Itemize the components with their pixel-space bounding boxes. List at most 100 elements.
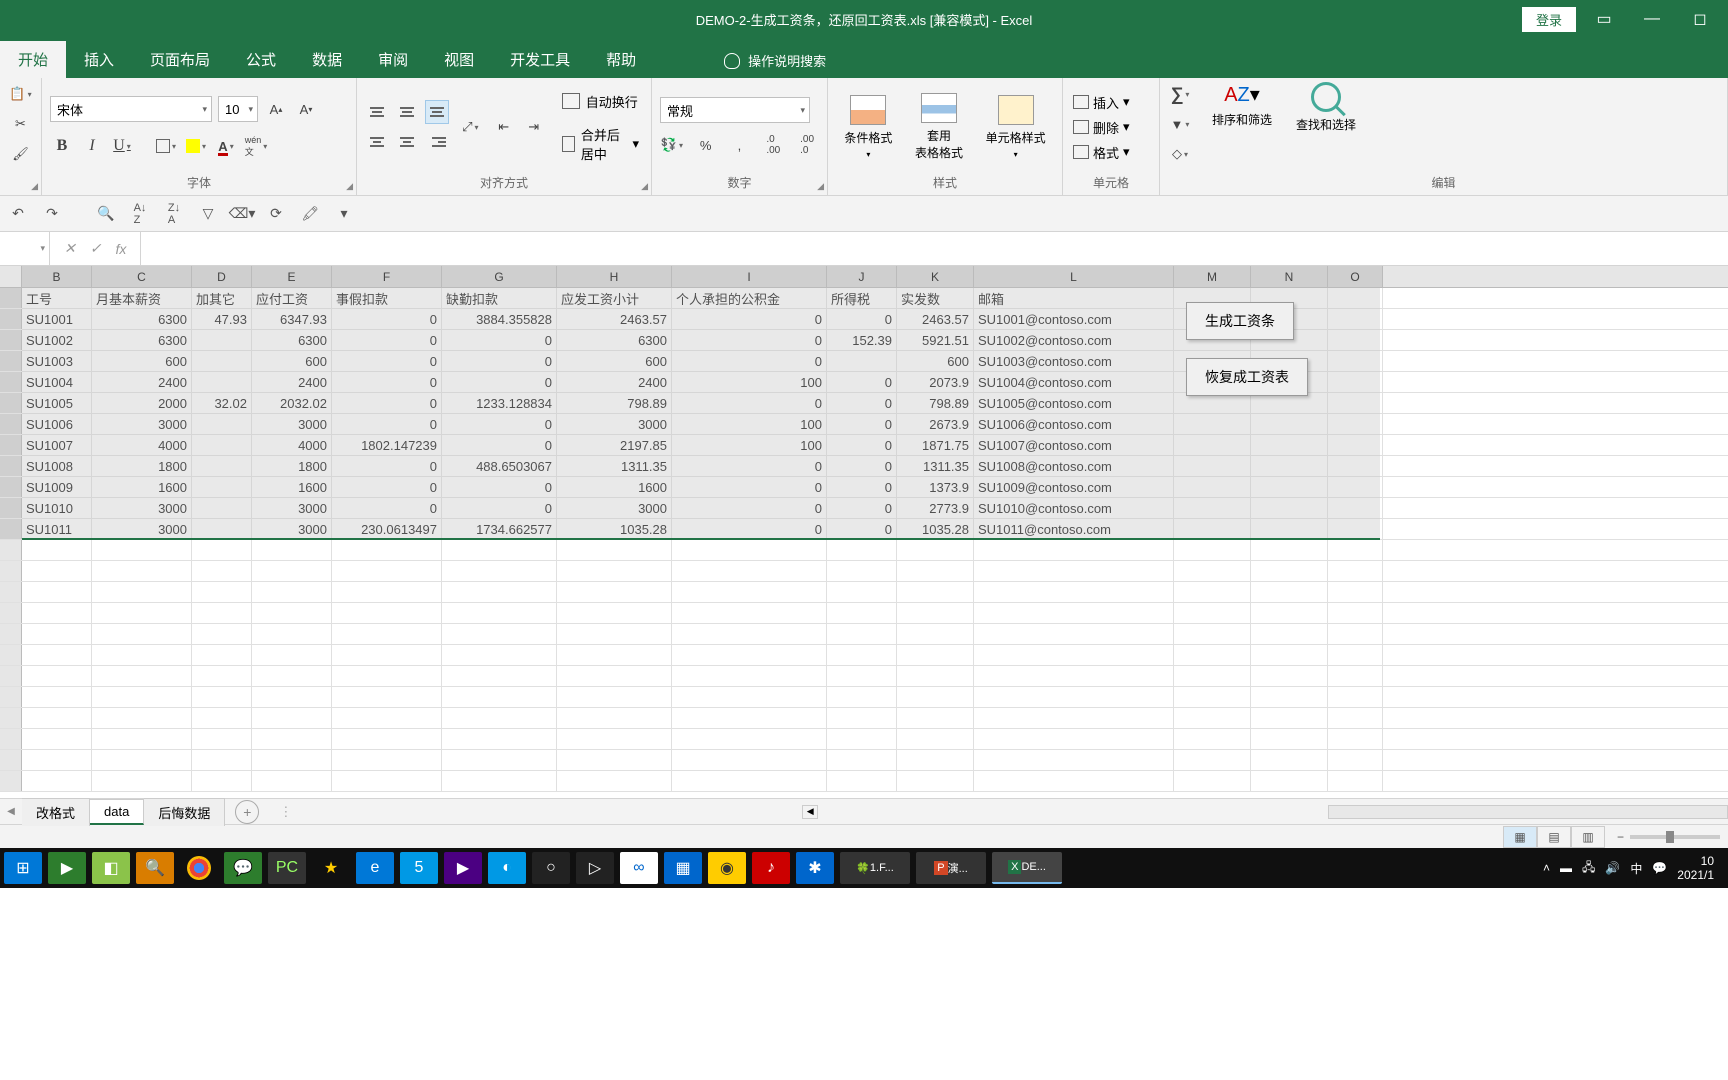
cell[interactable]: [442, 666, 557, 686]
cell[interactable]: [442, 729, 557, 749]
cell[interactable]: SU1002@contoso.com: [974, 330, 1174, 350]
increase-decimal-icon[interactable]: .0.00: [761, 133, 785, 157]
cell[interactable]: SU1002: [22, 330, 92, 350]
view-normal-icon[interactable]: ▦: [1503, 826, 1537, 848]
cell[interactable]: [252, 624, 332, 644]
cell[interactable]: [827, 645, 897, 665]
row-header[interactable]: [0, 519, 22, 539]
tab-help[interactable]: 帮助: [588, 41, 654, 78]
cell[interactable]: [897, 771, 974, 791]
align-top-icon[interactable]: [365, 100, 389, 124]
cell[interactable]: 32.02: [192, 393, 252, 413]
cell[interactable]: [827, 603, 897, 623]
autosum-button[interactable]: ∑▾: [1168, 82, 1192, 106]
cell[interactable]: 0: [672, 477, 827, 497]
sheet-nav-prev-icon[interactable]: ◀: [0, 806, 22, 817]
cell[interactable]: [827, 582, 897, 602]
row-header[interactable]: [0, 582, 22, 602]
cell[interactable]: [332, 708, 442, 728]
zoom-out-icon[interactable]: −: [1617, 830, 1624, 844]
cell[interactable]: 5921.51: [897, 330, 974, 350]
fill-button[interactable]: ▼▾: [1168, 112, 1192, 136]
cell[interactable]: [92, 729, 192, 749]
cell[interactable]: SU1004@contoso.com: [974, 372, 1174, 392]
cell[interactable]: [332, 729, 442, 749]
tell-me-search[interactable]: 操作说明搜索: [724, 43, 826, 78]
formula-input[interactable]: [141, 232, 1728, 265]
cell[interactable]: 6347.93: [252, 309, 332, 329]
align-launcher-icon[interactable]: ◢: [641, 181, 648, 192]
cell[interactable]: [192, 456, 252, 476]
number-format-combo[interactable]: 常规▾: [660, 97, 810, 123]
cell[interactable]: 1600: [252, 477, 332, 497]
cell[interactable]: [22, 582, 92, 602]
insert-cells-button[interactable]: 插入▾: [1071, 92, 1132, 113]
cell[interactable]: 1871.75: [897, 435, 974, 455]
task-app-10[interactable]: ✱: [796, 852, 834, 884]
cell[interactable]: [1174, 582, 1251, 602]
header-cell[interactable]: 工号: [22, 288, 92, 308]
cell[interactable]: [1251, 645, 1328, 665]
row-header[interactable]: [0, 477, 22, 497]
cell[interactable]: [92, 666, 192, 686]
cell[interactable]: [252, 582, 332, 602]
cell[interactable]: [1251, 435, 1328, 455]
cell[interactable]: SU1001: [22, 309, 92, 329]
cell[interactable]: SU1010@contoso.com: [974, 498, 1174, 518]
cell[interactable]: [192, 708, 252, 728]
cell[interactable]: [557, 624, 672, 644]
cell[interactable]: [1174, 687, 1251, 707]
cell[interactable]: 2400: [92, 372, 192, 392]
cell[interactable]: [1174, 456, 1251, 476]
task-app-4[interactable]: ▶: [444, 852, 482, 884]
cell[interactable]: 2000: [92, 393, 192, 413]
cell[interactable]: [1251, 687, 1328, 707]
cell[interactable]: [827, 687, 897, 707]
cell[interactable]: [22, 729, 92, 749]
cell[interactable]: [192, 372, 252, 392]
cell[interactable]: 100: [672, 414, 827, 434]
cell[interactable]: [92, 750, 192, 770]
cell[interactable]: [1328, 750, 1383, 770]
col-header-B[interactable]: B: [22, 266, 92, 287]
cell[interactable]: 600: [897, 351, 974, 371]
cell[interactable]: 1600: [557, 477, 672, 497]
cell[interactable]: [1251, 708, 1328, 728]
row-header[interactable]: [0, 372, 22, 392]
cell[interactable]: [1328, 687, 1383, 707]
cell[interactable]: [1251, 477, 1328, 497]
cell[interactable]: [1174, 477, 1251, 497]
cell[interactable]: [442, 771, 557, 791]
cell[interactable]: 600: [557, 351, 672, 371]
cell[interactable]: [672, 729, 827, 749]
cell[interactable]: [1328, 477, 1383, 497]
login-button[interactable]: 登录: [1522, 7, 1576, 32]
align-left-icon[interactable]: [365, 130, 389, 154]
task-wechat[interactable]: 💬: [224, 852, 262, 884]
cell[interactable]: [557, 666, 672, 686]
col-header-I[interactable]: I: [672, 266, 827, 287]
cell[interactable]: [1174, 666, 1251, 686]
cell[interactable]: 3884.355828: [442, 309, 557, 329]
cell[interactable]: [192, 540, 252, 560]
cell[interactable]: [1328, 519, 1383, 539]
header-cell[interactable]: 实发数: [897, 288, 974, 308]
header-cell[interactable]: 月基本薪资: [92, 288, 192, 308]
cell[interactable]: 230.0613497: [332, 519, 442, 539]
sheet-tab-2[interactable]: 后悔数据: [144, 798, 225, 826]
cell[interactable]: [557, 582, 672, 602]
cell[interactable]: 2032.02: [252, 393, 332, 413]
cell[interactable]: [557, 750, 672, 770]
cell[interactable]: 0: [672, 498, 827, 518]
cell[interactable]: SU1011@contoso.com: [974, 519, 1174, 539]
view-page-break-icon[interactable]: ▥: [1571, 826, 1605, 848]
cell[interactable]: [22, 771, 92, 791]
header-cell[interactable]: 加其它: [192, 288, 252, 308]
redo-icon[interactable]: ↷: [42, 204, 62, 224]
cell[interactable]: 3000: [557, 414, 672, 434]
cell[interactable]: [192, 561, 252, 581]
cell[interactable]: [897, 561, 974, 581]
cell[interactable]: [1328, 582, 1383, 602]
cell[interactable]: [974, 582, 1174, 602]
cell[interactable]: [897, 582, 974, 602]
